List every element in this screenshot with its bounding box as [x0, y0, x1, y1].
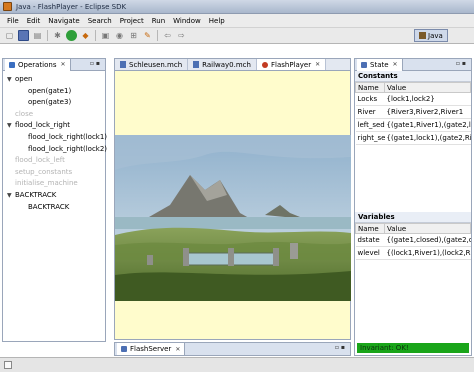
new-package-icon[interactable]: ▣ [100, 30, 111, 41]
minimize-maximize-icon[interactable]: ▫▪ [456, 60, 468, 67]
open-type-icon[interactable]: ⊞ [128, 30, 139, 41]
close-icon[interactable]: ✕ [60, 61, 65, 68]
column-header-name[interactable]: Name [355, 223, 385, 234]
table-row[interactable]: dstate {(gate1,closed),(gate2,c [355, 233, 471, 247]
fast-view-icon[interactable] [4, 361, 12, 369]
menu-window[interactable]: Window [169, 17, 205, 25]
tab-operations[interactable]: Operations ✕ [5, 58, 71, 71]
constants-section-title: Constants [355, 71, 471, 82]
table-row[interactable]: wlevel {(lock1,River1),(lock2,Ri [355, 246, 471, 260]
external-tools-icon[interactable]: ◆ [80, 30, 91, 41]
toolbar-separator [47, 30, 48, 41]
tree-item-initialise-machine: initialise_machine [15, 179, 78, 188]
state-panel: State ✕ ▫▪ Constants Name Value Locks {lo… [354, 58, 472, 356]
back-icon[interactable]: ⇦ [162, 30, 173, 41]
menu-help[interactable]: Help [205, 17, 229, 25]
variables-section-title: Variables [355, 212, 471, 223]
save-icon[interactable] [18, 30, 29, 41]
main-toolbar: ▢ ▤ ✱ ◆ ▣ ◉ ⊞ ✎ ⇦ ⇨ [0, 27, 474, 44]
column-header-name[interactable]: Name [355, 82, 385, 93]
flashserver-panel: FlashServer ✕ ▫▪ [114, 342, 351, 356]
flash-player-canvas[interactable] [115, 71, 351, 339]
run-icon[interactable] [66, 30, 77, 41]
tree-item-flood-lock-right-lock2[interactable]: flood_lock_right(lock2) [3, 144, 107, 156]
tree-item-open-gate3[interactable]: open(gate3) [3, 97, 105, 109]
expand-icon[interactable]: ▼ [7, 190, 12, 202]
tree-item-open[interactable]: ▼ open [3, 74, 105, 86]
table-row[interactable]: Locks {lock1,lock2} [355, 92, 471, 106]
print-icon[interactable]: ▤ [32, 30, 43, 41]
tree-item-backtrack-child[interactable]: BACKTRACK [3, 202, 105, 214]
perspective-java-button[interactable]: Java [414, 29, 448, 42]
tab-flashplayer[interactable]: FlashPlayer ✕ [256, 59, 327, 70]
invariant-status-bar: Invariant: OK! [357, 343, 469, 353]
menu-file[interactable]: File [3, 17, 23, 25]
minimize-maximize-icon[interactable]: ▫▪ [335, 344, 347, 351]
state-panel-header: State ✕ ▫▪ [355, 58, 471, 71]
column-header-value[interactable]: Value [384, 223, 471, 234]
java-perspective-icon [419, 32, 426, 39]
menu-navigate[interactable]: Navigate [44, 17, 83, 25]
b-machine-file-icon [120, 61, 126, 68]
operations-view-icon [9, 61, 15, 68]
tree-item-open-gate1[interactable]: open(gate1) [3, 86, 105, 98]
flash-player-icon [261, 61, 268, 68]
close-icon[interactable]: ✕ [315, 61, 320, 68]
variables-table: Name Value dstate {(gate1,closed),(gate2,… [355, 223, 471, 260]
table-row[interactable]: left_sed {(gate1,River1),(gate2,lo [355, 118, 471, 132]
window-titlebar: Java - FlashPlayer - Eclipse SDK [0, 0, 474, 14]
menu-search[interactable]: Search [84, 17, 116, 25]
window-title: Java - FlashPlayer - Eclipse SDK [16, 2, 127, 11]
eclipse-app-icon [3, 2, 12, 11]
new-class-icon[interactable]: ◉ [114, 30, 125, 41]
operations-tab-label: Operations [18, 60, 57, 69]
debug-icon[interactable]: ✱ [52, 30, 63, 41]
tree-item-flood-lock-left: flood_lock_left [15, 156, 65, 165]
console-view-icon [121, 346, 127, 352]
search-icon[interactable]: ✎ [142, 30, 153, 41]
column-header-value[interactable]: Value [384, 82, 471, 93]
tree-item-flood-lock-right-lock1[interactable]: flood_lock_right(lock1) [3, 132, 107, 144]
expand-icon[interactable]: ▼ [7, 120, 12, 132]
editor-tab-bar: Schleusen.mch Railway0.mch FlashPlayer ✕ [115, 59, 350, 71]
editor-area: Schleusen.mch Railway0.mch FlashPlayer ✕ [114, 58, 351, 340]
tree-item-flood-lock-right[interactable]: ▼ flood_lock_right [3, 120, 105, 132]
b-machine-file-icon [193, 61, 200, 68]
minimize-maximize-icon[interactable]: ▫▪ [90, 60, 102, 67]
table-row[interactable]: River {River3,River2,River1 [355, 105, 471, 119]
constants-table: Name Value Locks {lock1,lock2} River {Rive… [355, 82, 471, 145]
menu-project[interactable]: Project [116, 17, 148, 25]
state-view-icon [361, 61, 367, 68]
menu-edit[interactable]: Edit [23, 17, 45, 25]
operations-tree: ▼ open open(gate1) open(gate3) close ▼ flo… [3, 71, 107, 214]
tree-item-setup-constants: setup_constants [15, 167, 73, 176]
expand-icon[interactable]: ▼ [7, 74, 12, 86]
toolbar-separator [157, 30, 158, 41]
tab-schleusen-mch[interactable]: Schleusen.mch [115, 59, 189, 70]
tree-item-close: close [15, 109, 34, 118]
close-icon[interactable]: ✕ [175, 346, 180, 353]
menu-run[interactable]: Run [148, 17, 169, 25]
operations-panel-header: Operations ✕ ▫▪ [3, 58, 105, 71]
forward-icon[interactable]: ⇨ [176, 30, 187, 41]
table-row[interactable]: right_se {(gate1,lock1),(gate2,Ri [355, 131, 471, 145]
status-bar [0, 357, 474, 372]
variables-section: Variables Name Value dstate {(gate1,close… [355, 212, 471, 260]
perspective-label: Java [428, 31, 443, 40]
new-icon[interactable]: ▢ [4, 30, 15, 41]
menu-bar: File Edit Navigate Search Project Run Wi… [0, 14, 474, 27]
tab-railway0-mch[interactable]: Railway0.mch [188, 59, 257, 70]
tree-item-backtrack[interactable]: ▼ BACKTRACK [3, 190, 105, 202]
tab-flashserver[interactable]: FlashServer ✕ [117, 343, 186, 355]
canal-lock-animation [115, 135, 351, 301]
flashserver-panel-header: FlashServer ✕ ▫▪ [115, 343, 350, 355]
operations-panel: Operations ✕ ▫▪ ▼ open open(gate1) open(g… [2, 58, 107, 342]
tab-state[interactable]: State ✕ [357, 58, 403, 71]
close-icon[interactable]: ✕ [393, 61, 398, 68]
toolbar-separator [95, 30, 96, 41]
